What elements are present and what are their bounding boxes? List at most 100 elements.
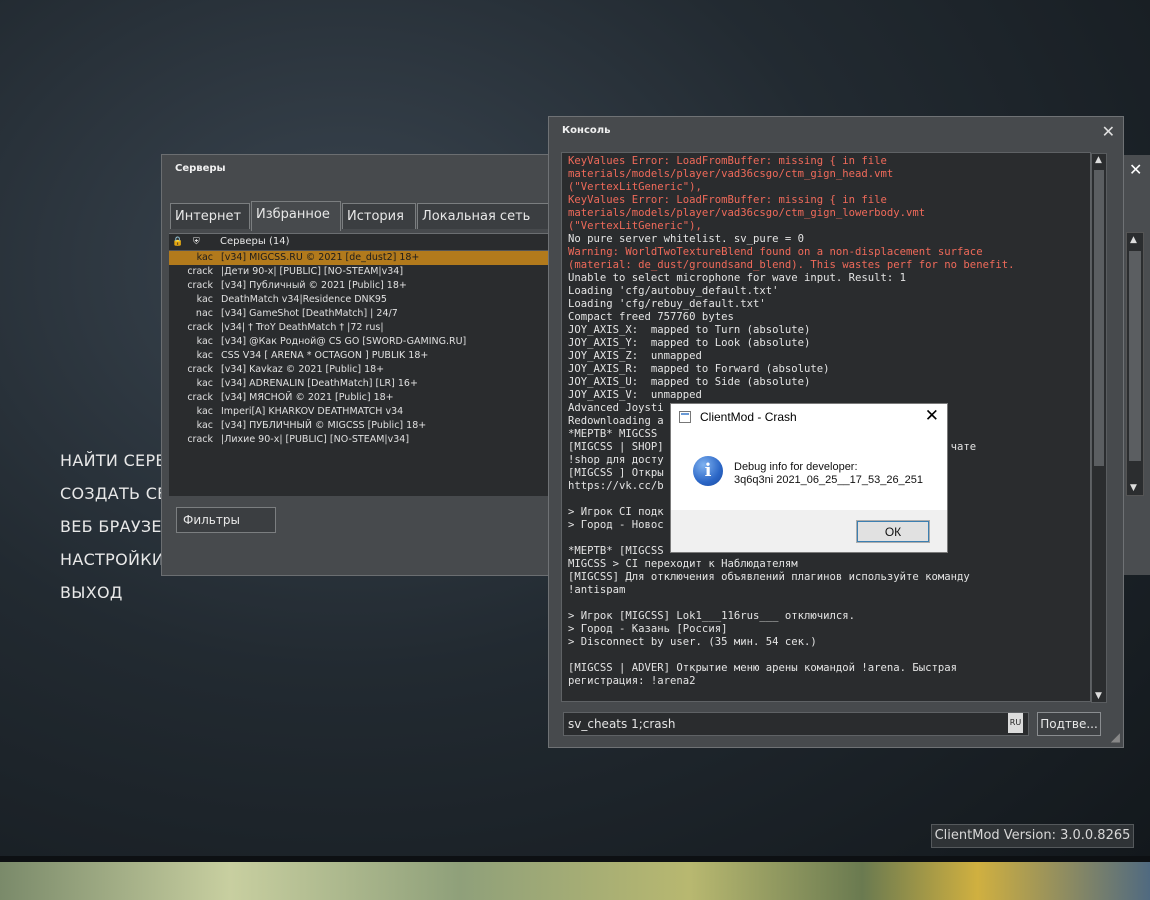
- server-name-cell: Imperi[A] KHARKOV DEATHMATCH v34: [221, 406, 404, 417]
- language-indicator: RU: [1008, 713, 1023, 733]
- server-name-cell: [v34] Kavkaz © 2021 [Public] 18+: [221, 364, 385, 375]
- submit-button[interactable]: Подтве...: [1037, 712, 1101, 736]
- background-taskbar-strip: [0, 862, 1150, 900]
- table-row[interactable]: crack |v34| † TroY DeathMatch † |72 rus|: [169, 321, 554, 335]
- console-window-title: Консоль: [562, 125, 611, 136]
- console-line: Compact freed 757760 bytes: [568, 311, 734, 323]
- anticheat-cell: crack: [187, 392, 213, 403]
- info-icon: i: [693, 456, 723, 486]
- table-row[interactable]: kac Imperi[A] KHARKOV DEATHMATCH v34: [169, 405, 554, 419]
- anticheat-cell: kac: [196, 406, 213, 417]
- console-line: > Игрок [MIGCSS] Lok1___116rus___ отключ…: [568, 610, 856, 622]
- anticheat-cell: kac: [196, 252, 213, 263]
- console-line: JOY_AXIS_Z: unmapped: [568, 350, 702, 362]
- table-row[interactable]: kac CSS V34 [ ARENA * OCTAGON ] PUBLIK 18…: [169, 349, 554, 363]
- console-line: MIGCSS > CI переходит к Наблюдателям: [568, 558, 798, 570]
- scroll-down-icon[interactable]: ▼: [1095, 691, 1102, 701]
- menu-exit[interactable]: ВЫХОД: [60, 582, 209, 615]
- server-name-cell: [v34] @Как Родной@ CS GO [SWORD-GAMING.R…: [221, 336, 467, 347]
- version-label: ClientMod Version: 3.0.0.8265: [931, 824, 1134, 848]
- dialog-body: i Debug info for developer: 3q6q3ni 2021…: [671, 431, 947, 510]
- dialog-message: Debug info for developer:: [734, 461, 858, 473]
- dialog-titlebar: ClientMod - Crash ✕: [671, 404, 947, 431]
- scroll-thumb[interactable]: [1129, 251, 1141, 461]
- server-name-cell: [v34] GameShot [DeathMatch] | 24/7: [221, 308, 398, 319]
- anticheat-cell: kac: [196, 294, 213, 305]
- console-line: ("VertexLitGeneric"),: [568, 181, 702, 193]
- scroll-up-icon[interactable]: ▲: [1095, 155, 1102, 165]
- console-line: JOY_AXIS_V: unmapped: [568, 389, 702, 401]
- table-row[interactable]: crack [v34] Публичный © 2021 [Public] 18+: [169, 279, 554, 293]
- anticheat-cell: crack: [187, 364, 213, 375]
- server-name-cell: [v34] ADRENALIN [DeathMatch] [LR] 16+: [221, 378, 418, 389]
- console-input[interactable]: sv_cheats 1;crash: [563, 712, 1029, 736]
- table-row[interactable]: crack [v34] МЯСНОЙ © 2021 [Public] 18+: [169, 391, 554, 405]
- tab-internet[interactable]: Интернет: [170, 203, 250, 229]
- console-line: JOY_AXIS_Y: mapped to Look (absolute): [568, 337, 811, 349]
- anticheat-cell: crack: [187, 434, 213, 445]
- console-line: JOY_AXIS_R: mapped to Forward (absolute): [568, 363, 830, 375]
- console-line: KeyValues Error: LoadFromBuffer: missing…: [568, 194, 887, 206]
- table-row[interactable]: kac [v34] @Как Родной@ CS GO [SWORD-GAMIN…: [169, 335, 554, 349]
- table-row[interactable]: kac [v34] ПУБЛИЧНЫЙ © MIGCSS [Public] 18+: [169, 419, 554, 433]
- console-line: Unable to select microphone for wave inp…: [568, 272, 907, 284]
- console-line: ("VertexLitGeneric"),: [568, 220, 702, 232]
- close-icon[interactable]: ✕: [925, 406, 939, 426]
- console-line: JOY_AXIS_X: mapped to Turn (absolute): [568, 324, 811, 336]
- console-line: > Disconnect by user. (35 мин. 54 сек.): [568, 636, 817, 648]
- server-name-cell: CSS V34 [ ARENA * OCTAGON ] PUBLIK 18+: [221, 350, 429, 361]
- console-line: Warning: WorldTwoTextureBlend found on a…: [568, 246, 983, 258]
- close-icon[interactable]: ✕: [1102, 122, 1115, 141]
- table-row[interactable]: crack [v34] Kavkaz © 2021 [Public] 18+: [169, 363, 554, 377]
- servers-window-title: Серверы: [175, 163, 226, 174]
- table-row[interactable]: kac [v34] ADRENALIN [DeathMatch] [LR] 16+: [169, 377, 554, 391]
- servers-window: Серверы Интернет Избранное История Локал…: [161, 154, 557, 576]
- anticheat-cell: kac: [196, 350, 213, 361]
- server-name-cell: [v34] МЯСНОЙ © 2021 [Public] 18+: [221, 392, 394, 403]
- resize-grip-icon[interactable]: ◢: [1111, 730, 1120, 744]
- lock-icon[interactable]: 🔒: [172, 234, 183, 250]
- servers-column-header[interactable]: Серверы (14): [220, 234, 289, 250]
- tab-lan[interactable]: Локальная сеть: [417, 203, 557, 229]
- console-line: [MIGCSS | ADVER] Открытие меню арены ком…: [568, 662, 958, 674]
- anticheat-cell: kac: [196, 336, 213, 347]
- tab-history[interactable]: История: [342, 203, 416, 229]
- table-row[interactable]: crack |Дети 90-х| [PUBLIC] [NO-STEAM|v34]: [169, 265, 554, 279]
- server-name-cell: [v34] MIGCSS.RU © 2021 [de_dust2] 18+: [221, 252, 420, 263]
- console-line: Loading 'cfg/rebuy_default.txt': [568, 298, 766, 310]
- server-name-cell: [v34] ПУБЛИЧНЫЙ © MIGCSS [Public] 18+: [221, 420, 427, 431]
- table-row[interactable]: nac [v34] GameShot [DeathMatch] | 24/7: [169, 307, 554, 321]
- console-line: (material: de_dust/groundsand_blend). Th…: [568, 259, 1015, 271]
- crash-dialog: ClientMod - Crash ✕ i Debug info for dev…: [670, 403, 948, 553]
- anticheat-cell: crack: [187, 266, 213, 277]
- close-icon[interactable]: ✕: [1129, 160, 1142, 179]
- table-row[interactable]: kac DeathMatch v34|Residence DNK95: [169, 293, 554, 307]
- console-line: > Город - Казань [Россия]: [568, 623, 728, 635]
- dialog-debug-id: 3q6q3ni 2021_06_25__17_53_26_251: [734, 474, 924, 486]
- server-rows: kac [v34] MIGCSS.RU © 2021 [de_dust2] 18+…: [169, 251, 554, 447]
- scroll-up-icon[interactable]: ▲: [1130, 235, 1137, 245]
- console-scrollbar[interactable]: ▲ ▼: [1091, 153, 1107, 703]
- ok-button[interactable]: ОК: [856, 520, 930, 543]
- table-row[interactable]: kac [v34] MIGCSS.RU © 2021 [de_dust2] 18+: [169, 251, 554, 265]
- console-line: Loading 'cfg/autobuy_default.txt': [568, 285, 779, 297]
- console-line: KeyValues Error: LoadFromBuffer: missing…: [568, 155, 887, 167]
- anticheat-cell: kac: [196, 378, 213, 389]
- table-row[interactable]: crack |Лихие 90-х| [PUBLIC] [NO-STEAM|v34…: [169, 433, 554, 447]
- server-name-cell: |v34| † TroY DeathMatch † |72 rus|: [221, 322, 384, 333]
- filters-button[interactable]: Фильтры: [176, 507, 276, 533]
- scroll-thumb[interactable]: [1094, 170, 1104, 466]
- tab-favorites[interactable]: Избранное: [251, 201, 341, 231]
- anticheat-cell: nac: [195, 308, 213, 319]
- app-window-icon: [679, 411, 691, 423]
- dialog-title: ClientMod - Crash: [700, 410, 797, 424]
- console-line: !antispam: [568, 584, 626, 596]
- anticheat-cell: crack: [187, 322, 213, 333]
- server-name-cell: |Лихие 90-х| [PUBLIC] [NO-STEAM|v34]: [221, 434, 410, 445]
- edge-scrollbar[interactable]: ▲ ▼: [1126, 232, 1144, 496]
- shield-icon[interactable]: ⛨: [193, 234, 200, 250]
- scroll-down-icon[interactable]: ▼: [1130, 483, 1137, 493]
- console-line: materials/models/player/vad36csgo/ctm_gi…: [568, 207, 926, 219]
